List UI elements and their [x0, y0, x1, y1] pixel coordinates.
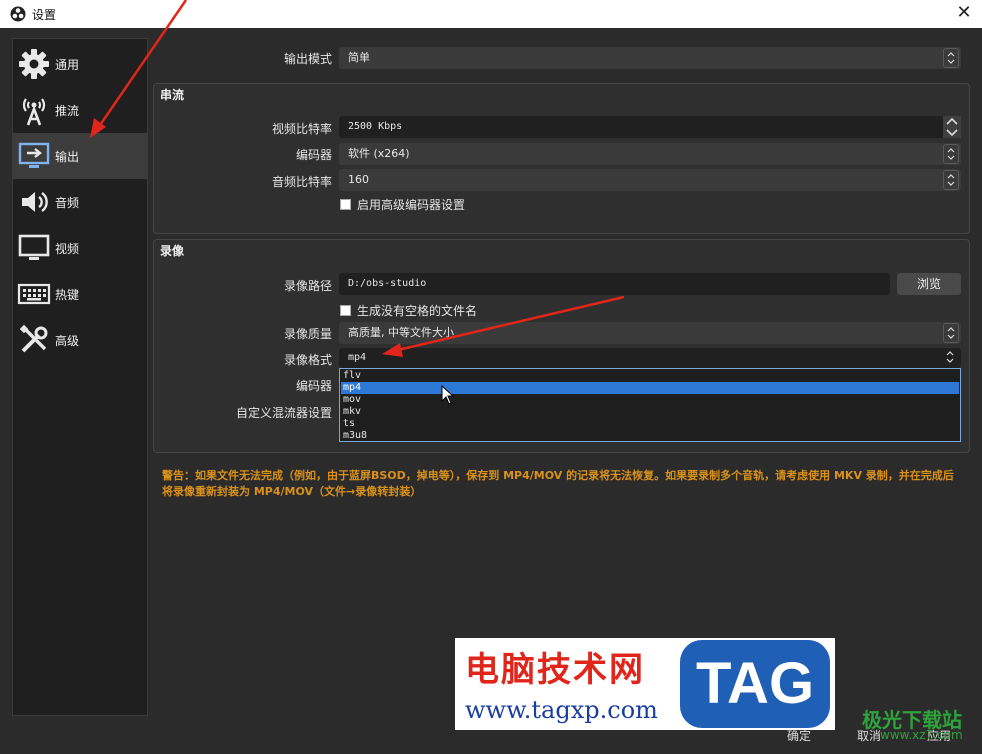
- watermark-site2-url: www.xz7.com: [880, 728, 963, 742]
- sidebar-item-output[interactable]: 输出: [13, 133, 147, 179]
- no-space-checkbox-row[interactable]: 生成没有空格的文件名: [340, 302, 477, 319]
- stream-encoder-value: 软件 (x264): [348, 147, 410, 160]
- title-bar: 设置 ✕: [0, 0, 982, 28]
- sidebar-item-label: 通用: [55, 57, 80, 72]
- updown-icon: [943, 323, 959, 343]
- stream-encoder-label: 编码器: [295, 148, 332, 162]
- recording-group-title: 录像: [160, 244, 185, 258]
- watermark-title: 电脑技术网: [465, 650, 645, 690]
- sidebar-item-hotkeys[interactable]: 热键: [13, 271, 147, 317]
- record-format-value: mp4: [348, 352, 367, 363]
- watermark-banner: 电脑技术网 www.tagxp.com TAG: [455, 638, 835, 730]
- browse-button[interactable]: 浏览: [897, 273, 961, 295]
- output-mode-label: 输出模式: [283, 52, 332, 66]
- audio-bitrate-select[interactable]: 160: [339, 169, 961, 191]
- sidebar-item-advanced[interactable]: 高级: [13, 317, 147, 363]
- output-mode-select[interactable]: 简单: [339, 47, 961, 69]
- format-option-flv[interactable]: flv: [341, 370, 959, 382]
- warning-text: 警告：如果文件无法完成（例如，由于蓝屏BSOD，掉电等），保存到 MP4/MOV…: [162, 469, 954, 498]
- output-mode-value: 简单: [348, 51, 370, 64]
- format-option-m3u8[interactable]: m3u8: [341, 430, 959, 442]
- audio-bitrate-label: 音频比特率: [271, 175, 332, 189]
- mouse-cursor-icon: [441, 385, 455, 405]
- record-quality-label: 录像质量: [283, 327, 332, 341]
- output-icon: [15, 137, 53, 175]
- sidebar-item-stream[interactable]: 推流: [13, 87, 147, 133]
- record-path-input[interactable]: D:/obs-studio: [339, 273, 890, 295]
- record-format-select[interactable]: mp4: [339, 348, 961, 368]
- muxer-settings-label: 自定义混流器设置: [235, 406, 332, 420]
- no-space-checkbox[interactable]: [340, 305, 351, 316]
- record-quality-value: 高质量, 中等文件大小: [348, 326, 454, 339]
- sidebar-item-audio[interactable]: 音频: [13, 179, 147, 225]
- sidebar-item-label: 热键: [55, 287, 80, 302]
- window-title: 设置: [32, 8, 57, 22]
- updown-icon: [943, 348, 959, 368]
- format-option-mov[interactable]: mov: [341, 394, 959, 406]
- tools-icon: [15, 321, 53, 359]
- record-encoder-label: 编码器: [295, 379, 332, 393]
- video-bitrate-value: 2500 Kbps: [348, 121, 403, 132]
- gear-icon: [15, 45, 53, 83]
- sidebar-item-label: 高级: [55, 333, 80, 348]
- sidebar-item-video[interactable]: 视频: [13, 225, 147, 271]
- updown-icon: [943, 170, 959, 190]
- video-bitrate-label: 视频比特率: [271, 122, 332, 136]
- no-space-label: 生成没有空格的文件名: [357, 304, 478, 318]
- keyboard-icon: [15, 275, 53, 313]
- monitor-icon: [15, 229, 53, 267]
- stream-encoder-select[interactable]: 软件 (x264): [339, 143, 961, 165]
- broadcast-icon: [15, 91, 53, 129]
- sidebar-item-label: 输出: [55, 149, 80, 164]
- speaker-icon: [15, 183, 53, 221]
- record-path-value: D:/obs-studio: [348, 278, 427, 289]
- audio-bitrate-value: 160: [348, 173, 369, 186]
- record-quality-select[interactable]: 高质量, 中等文件大小: [339, 322, 961, 344]
- sidebar-item-label: 音频: [55, 195, 80, 210]
- streaming-group-title: 串流: [160, 88, 185, 102]
- advanced-encoder-checkbox[interactable]: [340, 199, 351, 210]
- sidebar-item-label: 推流: [55, 103, 80, 118]
- spin-buttons[interactable]: [943, 116, 961, 138]
- advanced-encoder-checkbox-row[interactable]: 启用高级编码器设置: [340, 196, 465, 213]
- close-icon[interactable]: ✕: [954, 2, 974, 24]
- format-dropdown-list: flv mp4 mov mkv ts m3u8: [339, 368, 961, 442]
- format-option-mp4[interactable]: mp4: [341, 382, 959, 394]
- record-path-label: 录像路径: [283, 279, 332, 293]
- settings-content: 通用 推流 输出 音频 视频 热键 高级 输出模式 简单 串流 视频比特率 25…: [0, 28, 982, 754]
- format-option-mkv[interactable]: mkv: [341, 406, 959, 418]
- updown-icon: [943, 144, 959, 164]
- obs-logo-icon: [10, 6, 26, 22]
- sidebar-item-general[interactable]: 通用: [13, 41, 147, 87]
- sidebar: 通用 推流 输出 音频 视频 热键 高级: [12, 38, 148, 716]
- watermark-url: www.tagxp.com: [465, 696, 658, 724]
- video-bitrate-input[interactable]: 2500 Kbps: [339, 116, 961, 138]
- advanced-encoder-label: 启用高级编码器设置: [357, 198, 466, 212]
- watermark-tag-logo: TAG: [680, 640, 830, 728]
- updown-icon: [943, 48, 959, 68]
- sidebar-item-label: 视频: [55, 241, 80, 256]
- format-option-ts[interactable]: ts: [341, 418, 959, 430]
- record-format-label: 录像格式: [283, 353, 332, 367]
